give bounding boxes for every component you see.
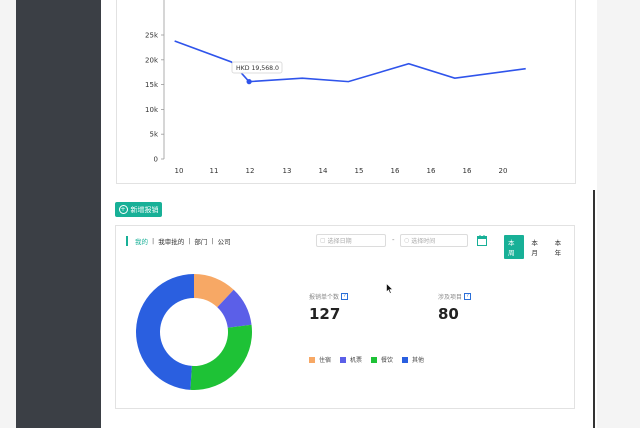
time-placeholder: 选择时间 [411, 238, 436, 245]
tooltip-text: HKD 19,568.0 [236, 65, 279, 72]
date-input[interactable]: ▢ 选择日期 [316, 234, 386, 247]
x-tick-label: 15 [355, 167, 364, 175]
x-tick-label: 16 [463, 167, 472, 175]
legend-swatch [309, 356, 315, 363]
legend-item[interactable]: 住宿 [309, 355, 331, 364]
calendar-icon[interactable] [477, 235, 487, 246]
y-tick-label: 20k [145, 56, 159, 64]
period-year[interactable]: 本年 [551, 235, 571, 259]
legend-label: 住宿 [319, 357, 332, 364]
add-expense-label: 新增报销 [130, 205, 159, 214]
stat-value: 80 [438, 305, 459, 323]
legend-item[interactable]: 机票 [340, 355, 362, 364]
plus-circle-icon: + [118, 205, 128, 214]
tab-separator: | [152, 237, 155, 245]
scrollbar[interactable] [593, 190, 595, 428]
donut-chart [136, 274, 252, 390]
legend-label: 餐饮 [381, 357, 394, 364]
period-month[interactable]: 本月 [527, 235, 547, 259]
tab-approved-by-me[interactable]: 我审批的 [158, 236, 184, 246]
date-placeholder: 选择日期 [327, 238, 352, 245]
tab-mine[interactable]: 我的 [135, 236, 148, 246]
y-tick-label: 10k [145, 106, 159, 114]
donut-legend: 住宿 机票 餐饮 其他 [309, 355, 433, 364]
donut-slice[interactable] [190, 324, 252, 390]
tab-separator: | [188, 237, 191, 245]
help-icon[interactable]: ? [341, 293, 349, 300]
legend-swatch [371, 356, 378, 363]
tab-department[interactable]: 部门 [194, 236, 207, 246]
y-tick-label: 5k [149, 131, 158, 139]
add-expense-button[interactable]: + 新增报销 [115, 202, 162, 217]
stat-label: 报销单个数 [309, 294, 340, 301]
x-tick-label: 20 [499, 167, 508, 175]
data-point [246, 79, 252, 85]
calendar-small-icon: ▢ [320, 237, 326, 244]
x-tick-label: 16 [427, 167, 436, 175]
x-tick-label: 10 [175, 167, 184, 175]
y-tick-label: 15k [145, 81, 159, 89]
line-chart: 0 5k 10k 15k 20k 25k 10 11 12 13 14 15 16 16 16 20 HKD 1… [145, 0, 526, 175]
x-tick-label: 11 [210, 167, 219, 175]
tab-separator: | [211, 237, 214, 245]
x-tick-label: 14 [319, 167, 328, 175]
clock-icon: ○ [404, 237, 410, 244]
help-icon[interactable]: ? [464, 293, 472, 300]
tooltip: HKD 19,568.0 [231, 61, 283, 74]
line-chart-card: 0 5k 10k 15k 20k 25k 10 11 12 13 14 15 16 16 16 20 HKD 1… [116, 0, 576, 184]
period-week[interactable]: 本周 [504, 235, 525, 259]
scope-tabs: 我的 | 我审批的 | 部门 | 公司 [126, 236, 231, 246]
legend-item[interactable]: 餐饮 [371, 355, 393, 364]
legend-swatch [340, 356, 347, 363]
donut-slice[interactable] [136, 274, 194, 390]
scope-indicator [126, 236, 128, 246]
summary-panel: 我的 | 我审批的 | 部门 | 公司 ▢ 选择日期 - ○ 选择时间 本周 本… [115, 225, 575, 409]
legend-label: 机票 [350, 357, 363, 364]
stat-project-count: 涉及项目? 80 [438, 292, 472, 323]
series-line [174, 40, 526, 83]
stat-expense-count: 报销单个数? 127 [309, 292, 349, 323]
range-separator: - [392, 236, 395, 244]
time-input[interactable]: ○ 选择时间 [400, 234, 468, 247]
period-switch: 本周 本月 本年 [504, 235, 574, 259]
x-tick-label: 16 [391, 167, 400, 175]
legend-label: 其他 [412, 357, 425, 364]
legend-item[interactable]: 其他 [402, 355, 424, 364]
legend-swatch [402, 356, 409, 363]
stat-label: 涉及项目 [438, 294, 463, 301]
stat-value: 127 [309, 305, 341, 323]
x-tick-label: 13 [283, 167, 292, 175]
y-tick-label: 25k [145, 32, 159, 40]
mouse-cursor-icon [386, 283, 394, 294]
sidebar [16, 0, 101, 428]
tab-company[interactable]: 公司 [218, 236, 231, 246]
x-tick-label: 12 [246, 167, 255, 175]
y-tick-label: 0 [154, 156, 158, 164]
